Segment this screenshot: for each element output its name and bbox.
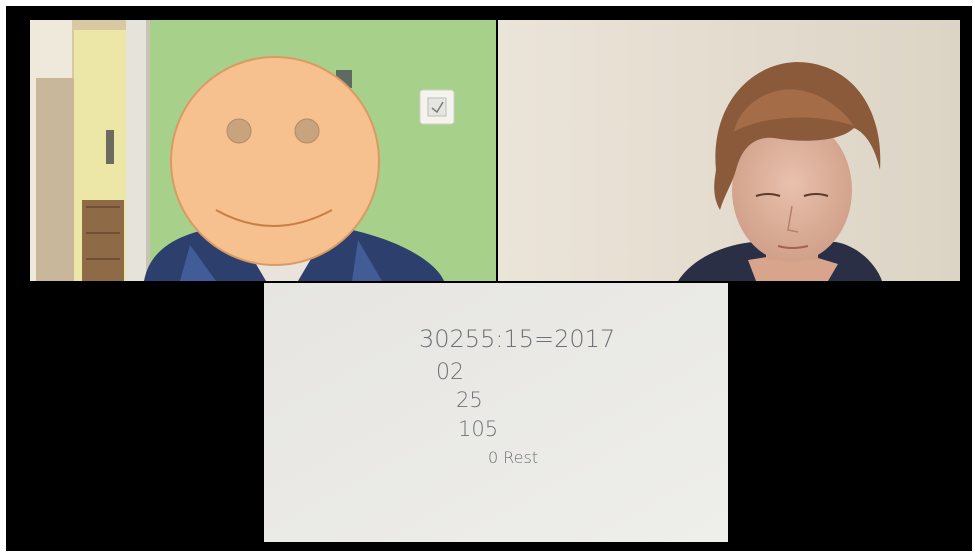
whiteboard-line-5: 0 Rest (488, 448, 538, 467)
whiteboard-video-feed: 30255:15=2017 02 25 105 0 Rest (264, 283, 728, 542)
participant-video-tile-1[interactable] (30, 20, 496, 281)
video-call-grid: 30255:15=2017 02 25 105 0 Rest (6, 6, 972, 551)
whiteboard-line-2: 02 (436, 360, 464, 385)
whiteboard-line-1: 30255:15=2017 (419, 325, 615, 353)
participant-video-tile-2[interactable] (498, 20, 960, 281)
whiteboard-line-3: 25 (456, 388, 483, 412)
smiley-face-icon (170, 56, 380, 266)
whiteboard-line-4: 105 (458, 417, 498, 441)
participant-video-feed-2 (498, 20, 960, 281)
participant-video-tile-3[interactable]: 30255:15=2017 02 25 105 0 Rest (264, 283, 728, 542)
